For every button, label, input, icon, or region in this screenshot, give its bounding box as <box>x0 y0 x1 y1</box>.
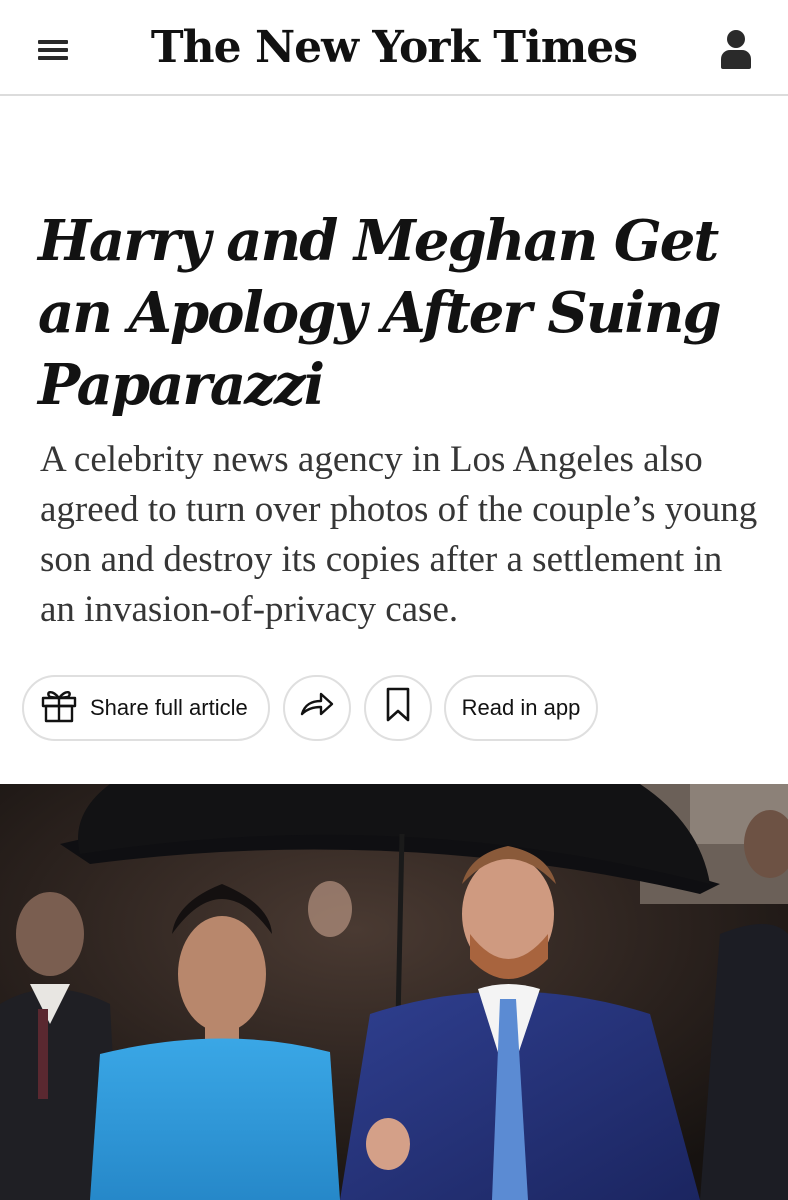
share-full-article-button[interactable]: Share full article <box>22 675 270 741</box>
share-button[interactable] <box>283 675 351 741</box>
bookmark-icon <box>385 687 411 729</box>
nyt-logo[interactable]: The New York Times <box>0 20 788 76</box>
article-headline: Harry and Meghan Get an Apology After Su… <box>38 208 722 418</box>
article-summary: A celebrity news agency in Los Angeles a… <box>40 439 758 630</box>
gift-icon <box>40 686 78 730</box>
read-in-app-label: Read in app <box>461 695 581 720</box>
save-bookmark-button[interactable] <box>364 675 432 741</box>
article-lead-photo <box>0 784 788 1200</box>
site-header: The New York Times <box>0 0 788 96</box>
share-arrow-icon <box>299 690 335 726</box>
read-in-app-button[interactable]: Read in app <box>444 675 598 741</box>
user-account-icon[interactable] <box>718 30 754 70</box>
share-full-article-label: Share full article <box>90 695 248 720</box>
